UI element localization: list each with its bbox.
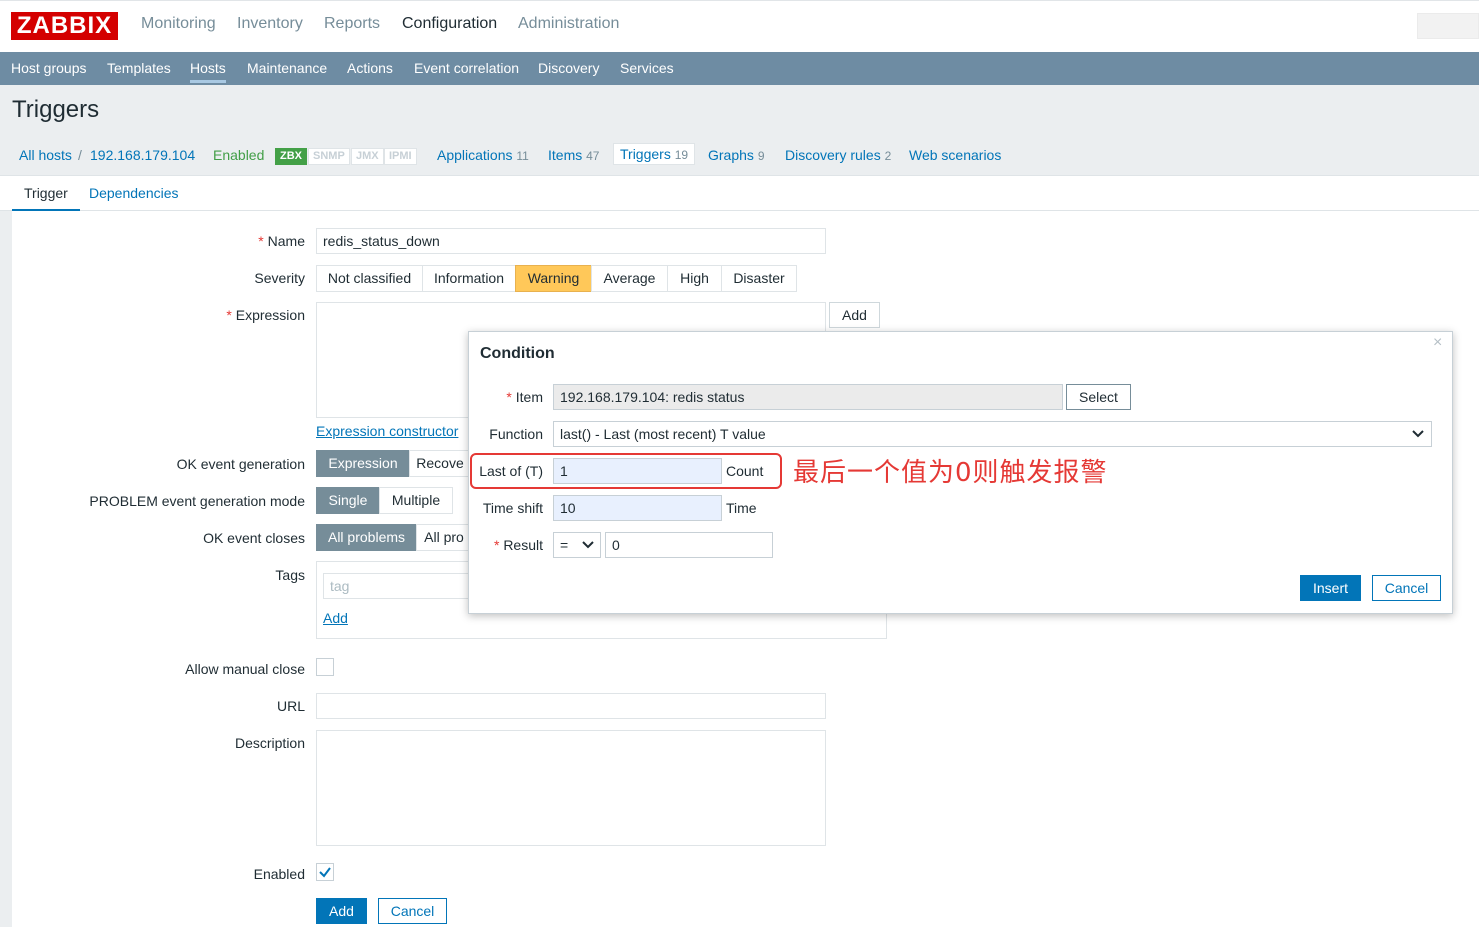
description-textarea[interactable]	[316, 730, 826, 846]
dialog-title: Condition	[480, 345, 555, 362]
tag-name-input[interactable]: tag	[323, 573, 473, 599]
problem-mode-label: PROBLEM event generation mode	[89, 493, 305, 509]
ok-closes-all-problems-tag[interactable]: All pro	[416, 524, 472, 551]
tab-dependencies[interactable]: Dependencies	[89, 185, 179, 201]
submenu-host-groups[interactable]: Host groups	[11, 60, 86, 76]
enabled-label: Enabled	[253, 866, 305, 882]
applications-count: 11	[516, 149, 529, 163]
top-bar	[0, 0, 1479, 52]
tags-label: Tags	[275, 567, 305, 583]
severity-high[interactable]: High	[667, 265, 722, 292]
triggers-link[interactable]: Triggers 19	[613, 143, 696, 165]
submenu-event-correlation[interactable]: Event correlation	[414, 60, 519, 76]
ok-event-recovery[interactable]: Recove	[409, 450, 471, 477]
expression-label: * Expression	[226, 307, 305, 323]
item-select-button[interactable]: Select	[1066, 384, 1131, 410]
submenu-maintenance[interactable]: Maintenance	[247, 60, 327, 76]
severity-label: Severity	[254, 270, 305, 286]
form-cancel-button[interactable]: Cancel	[378, 898, 447, 924]
host-status[interactable]: Enabled	[213, 147, 264, 163]
severity-warning[interactable]: Warning	[515, 265, 592, 292]
applications-label: Applications	[437, 147, 513, 163]
applications-link[interactable]: Applications 11	[437, 147, 529, 163]
discovery-count: 2	[884, 149, 892, 163]
insert-button[interactable]: Insert	[1300, 575, 1361, 601]
check-icon	[319, 867, 331, 878]
time-shift-label: Time shift	[482, 500, 543, 516]
severity-not-classified[interactable]: Not classified	[316, 265, 423, 292]
snmp-status-badge: SNMP	[308, 148, 350, 165]
ipmi-status-badge: IPMI	[384, 148, 417, 165]
manual-close-checkbox[interactable]	[316, 658, 334, 676]
discovery-label: Discovery rules	[785, 147, 881, 163]
tags-add-link[interactable]: Add	[323, 610, 348, 626]
problem-mode-single[interactable]: Single	[316, 487, 380, 514]
zabbix-logo[interactable]: ZABBIX	[11, 12, 118, 40]
form-tabs: Trigger Dependencies	[0, 175, 1479, 212]
url-input[interactable]	[316, 693, 826, 719]
search-input[interactable]	[1417, 13, 1479, 39]
items-link[interactable]: Items 47	[548, 147, 599, 163]
ok-closes-all-problems[interactable]: All problems	[316, 524, 417, 551]
web-scenarios-link[interactable]: Web scenarios	[909, 147, 1001, 163]
submenu-discovery[interactable]: Discovery	[538, 60, 599, 76]
close-icon[interactable]: ×	[1433, 334, 1442, 352]
triggers-label: Triggers	[620, 146, 671, 162]
result-value-input[interactable]: 0	[605, 532, 773, 558]
ok-event-generation-label: OK event generation	[176, 456, 305, 472]
jmx-status-badge: JMX	[351, 148, 384, 165]
form-add-button[interactable]: Add	[316, 898, 367, 924]
menu-monitoring[interactable]: Monitoring	[141, 15, 216, 33]
menu-inventory[interactable]: Inventory	[237, 15, 303, 33]
ok-event-expression[interactable]: Expression	[316, 450, 410, 477]
enabled-checkbox[interactable]	[316, 863, 334, 881]
chevron-down-icon	[582, 541, 594, 549]
sub-navigation: Host groups Templates Hosts Maintenance …	[0, 52, 1479, 85]
triggers-count: 19	[674, 148, 689, 162]
name-label: * Name	[258, 233, 305, 249]
name-input[interactable]: redis_status_down	[316, 228, 826, 254]
chevron-down-icon	[1412, 430, 1424, 438]
expression-add-button[interactable]: Add	[829, 302, 880, 328]
severity-average[interactable]: Average	[591, 265, 668, 292]
dialog-cancel-button[interactable]: Cancel	[1372, 575, 1441, 601]
host-navigation: All hosts / 192.168.179.104 Enabled Appl…	[0, 139, 1479, 175]
submenu-hosts[interactable]: Hosts	[190, 60, 226, 83]
submenu-services[interactable]: Services	[620, 60, 674, 76]
graphs-label: Graphs	[708, 147, 754, 163]
function-label: Function	[489, 426, 543, 442]
item-input: 192.168.179.104: redis status	[553, 384, 1063, 410]
submenu-templates[interactable]: Templates	[107, 60, 171, 76]
description-label: Description	[234, 735, 305, 751]
graphs-count: 9	[757, 149, 765, 163]
annotation-text: 最后一个值为0则触发报警	[793, 458, 1108, 488]
item-label: * Item	[506, 389, 543, 405]
menu-reports[interactable]: Reports	[324, 15, 380, 33]
zbx-status-badge: ZBX	[275, 148, 307, 165]
time-shift-unit: Time	[726, 500, 757, 516]
host-link[interactable]: 192.168.179.104	[90, 147, 195, 163]
ok-closes-label: OK event closes	[203, 530, 305, 546]
items-count: 47	[586, 149, 600, 163]
expression-constructor-link[interactable]: Expression constructor	[316, 423, 458, 439]
submenu-actions[interactable]: Actions	[347, 60, 393, 76]
graphs-link[interactable]: Graphs 9	[708, 147, 765, 163]
manual-close-label: Allow manual close	[185, 661, 305, 677]
menu-configuration[interactable]: Configuration	[402, 15, 497, 33]
tab-trigger[interactable]: Trigger	[12, 185, 80, 212]
url-label: URL	[276, 698, 305, 714]
items-label: Items	[548, 147, 583, 163]
result-label: * Result	[493, 537, 543, 553]
function-select[interactable]: last() - Last (most recent) T value	[553, 421, 1432, 447]
page-title: Triggers	[12, 96, 100, 123]
severity-information[interactable]: Information	[422, 265, 516, 292]
severity-disaster[interactable]: Disaster	[721, 265, 797, 292]
all-hosts-link[interactable]: All hosts	[19, 147, 72, 163]
menu-administration[interactable]: Administration	[518, 15, 619, 33]
problem-mode-multiple[interactable]: Multiple	[379, 487, 453, 514]
discovery-rules-link[interactable]: Discovery rules 2	[785, 147, 891, 163]
annotation-highlight	[470, 453, 782, 489]
breadcrumb-separator: /	[78, 147, 82, 163]
time-shift-input[interactable]: 10	[553, 495, 722, 521]
